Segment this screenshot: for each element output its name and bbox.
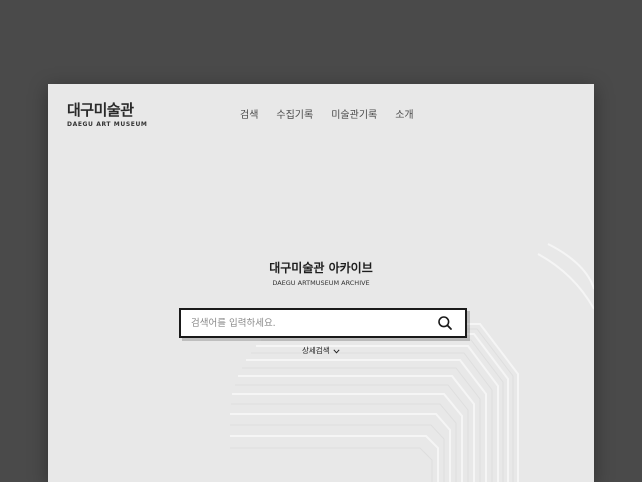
hero: 대구미술관 아카이브 DAEGU ARTMUSEUM ARCHIVE [48,260,594,287]
page-frame: 대구미술관 DAEGU ART MUSEUM 검색 수집기록 미술관기록 소개 … [48,84,594,482]
search-input[interactable] [191,314,427,332]
main-nav: 검색 수집기록 미술관기록 소개 [240,109,414,123]
advanced-search-label: 상세검색 [302,346,330,355]
search-box [179,308,467,338]
logo-english: DAEGU ART MUSEUM [67,121,148,128]
nav-item-museum-records[interactable]: 미술관기록 [331,109,377,123]
advanced-search-toggle[interactable]: 상세검색 [48,346,594,356]
nav-item-search[interactable]: 검색 [240,109,258,123]
nav-item-about[interactable]: 소개 [395,109,413,123]
search-icon [438,316,452,330]
chevron-down-icon [333,348,340,354]
logo-korean: 대구미술관 [67,101,134,119]
search-button[interactable] [437,315,453,331]
hero-subtitle: DAEGU ARTMUSEUM ARCHIVE [272,279,370,287]
hero-title: 대구미술관 아카이브 [269,261,373,275]
nav-item-collection-records[interactable]: 수집기록 [276,109,313,123]
logo[interactable]: 대구미술관 DAEGU ART MUSEUM [67,102,148,128]
